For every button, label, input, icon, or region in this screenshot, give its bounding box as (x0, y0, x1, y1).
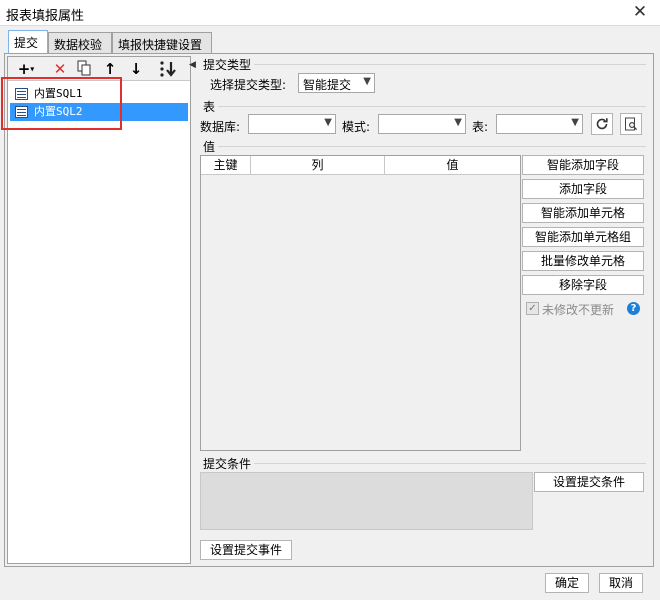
section-divider (218, 146, 646, 147)
database-label: 数据库: (200, 120, 241, 134)
add-field-button[interactable]: 添加字段 (522, 179, 644, 199)
refresh-icon[interactable] (591, 113, 613, 135)
title-bar: 报表填报属性 ✕ (0, 0, 660, 26)
unmodified-no-update-label: 未修改不更新 (542, 303, 615, 317)
sort-icon[interactable] (156, 60, 180, 78)
table-label: 表: (472, 120, 489, 134)
batch-modify-cell-button[interactable]: 批量修改单元格 (522, 251, 644, 271)
tab-submit[interactable]: 提交 (8, 30, 48, 55)
highlight-box (1, 77, 122, 130)
unmodified-no-update-checkbox[interactable]: ✓ (526, 302, 539, 315)
remove-field-button[interactable]: 移除字段 (522, 275, 644, 295)
chevron-down-icon: ▼ (324, 117, 332, 128)
set-submit-condition-button[interactable]: 设置提交条件 (534, 472, 644, 492)
condition-display (200, 472, 533, 530)
database-select[interactable]: ▼ (248, 114, 336, 134)
column-header-value[interactable]: 值 (385, 156, 520, 175)
copy-icon[interactable] (74, 60, 94, 78)
window-title: 报表填报属性 (6, 9, 85, 24)
schema-label: 模式: (342, 120, 371, 134)
section-divider (254, 64, 646, 65)
table-section-label: 表 (203, 100, 216, 114)
submit-type-value: 智能提交 (303, 78, 352, 92)
arrow-down-icon[interactable]: ↓ (126, 60, 146, 78)
values-section-label: 值 (203, 140, 216, 154)
submit-type-label: 选择提交类型: (210, 78, 287, 92)
set-submit-event-button[interactable]: 设置提交事件 (200, 540, 292, 560)
values-table[interactable]: 主键 列 值 (200, 155, 521, 451)
smart-add-cell-group-button[interactable]: 智能添加单元格组 (522, 227, 644, 247)
column-header-column[interactable]: 列 (251, 156, 385, 175)
column-header-primary-key[interactable]: 主键 (201, 156, 251, 175)
section-divider (254, 463, 646, 464)
condition-section-label: 提交条件 (203, 457, 252, 471)
submit-type-select[interactable]: 智能提交 ▼ (298, 73, 375, 93)
cancel-button[interactable]: 取消 (599, 573, 643, 593)
submit-list-panel: +▾ ✕ ↑ ↓ 内置SQL1 内置SQL2 (7, 56, 191, 564)
submit-type-section-label: 提交类型 (203, 58, 252, 72)
collapse-arrow-icon[interactable]: ◀ (189, 60, 196, 70)
arrow-up-icon[interactable]: ↑ (100, 60, 120, 78)
ok-button[interactable]: 确定 (545, 573, 589, 593)
smart-add-field-button[interactable]: 智能添加字段 (522, 155, 644, 175)
plus-icon[interactable]: +▾ (13, 60, 39, 78)
chevron-down-icon: ▼ (363, 76, 371, 87)
tab-data-validation[interactable]: 数据校验 (48, 32, 112, 54)
tab-shortcut-settings[interactable]: 填报快捷键设置 (112, 32, 212, 54)
smart-add-cell-button[interactable]: 智能添加单元格 (522, 203, 644, 223)
chevron-down-icon: ▼ (571, 117, 579, 128)
section-divider (218, 106, 646, 107)
table-select[interactable]: ▼ (496, 114, 583, 134)
search-icon[interactable] (620, 113, 642, 135)
schema-select[interactable]: ▼ (378, 114, 466, 134)
help-icon[interactable]: ? (627, 302, 640, 315)
chevron-down-icon: ▼ (454, 117, 462, 128)
close-icon[interactable]: ✕ (630, 2, 650, 22)
delete-x-icon[interactable]: ✕ (50, 60, 70, 78)
